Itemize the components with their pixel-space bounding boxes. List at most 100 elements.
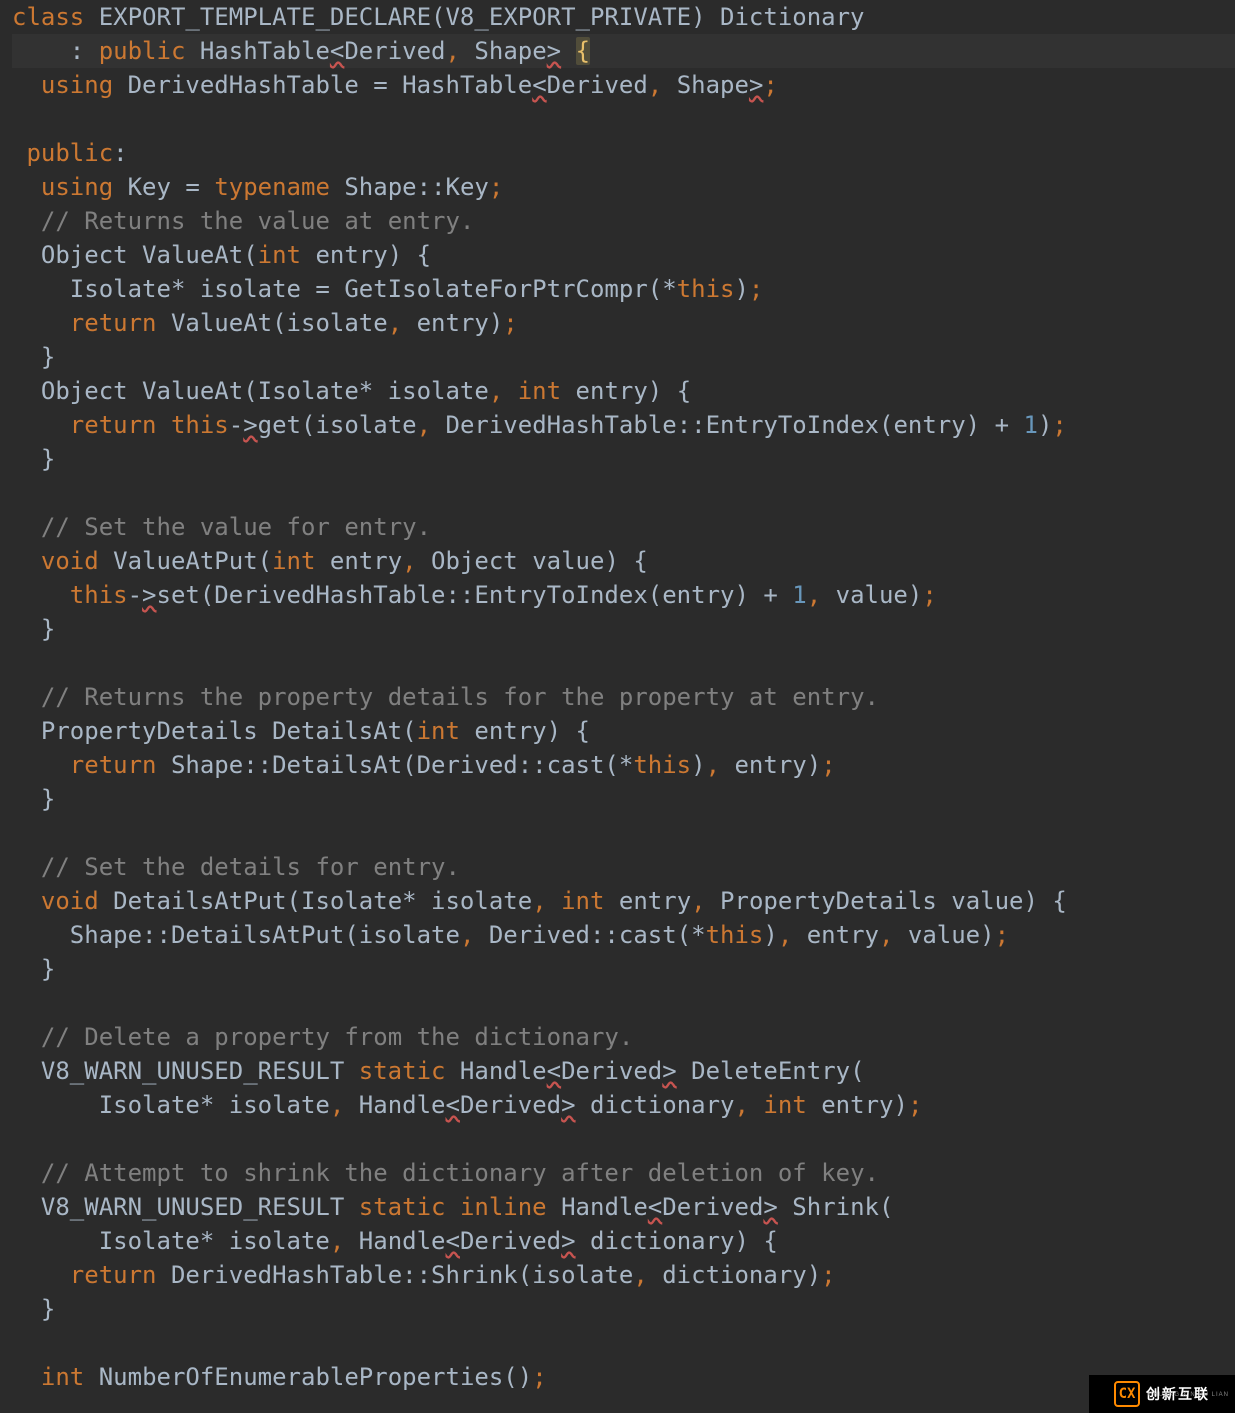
code-line[interactable]: PropertyDetails DetailsAt(int entry) { bbox=[12, 714, 1235, 748]
code-line[interactable]: this->set(DerivedHashTable::EntryToIndex… bbox=[12, 578, 1235, 612]
code-token: dictionary) { bbox=[576, 1227, 778, 1255]
watermark-subtext: CHUANG XIN HU LIAN bbox=[1148, 1378, 1229, 1412]
code-token-num: 1 bbox=[792, 581, 806, 609]
code-line[interactable]: Shape::DetailsAtPut(isolate, Derived::ca… bbox=[12, 918, 1235, 952]
code-token: entry) bbox=[720, 751, 821, 779]
code-line[interactable]: // Set the value for entry. bbox=[12, 510, 1235, 544]
code-line[interactable]: // Returns the property details for the … bbox=[12, 680, 1235, 714]
code-token: : bbox=[113, 139, 127, 167]
code-line[interactable]: using Key = typename Shape::Key; bbox=[12, 170, 1235, 204]
code-line[interactable]: V8_WARN_UNUSED_RESULT static inline Hand… bbox=[12, 1190, 1235, 1224]
code-token: DerivedHashTable::EntryToIndex(entry) + bbox=[431, 411, 1023, 439]
code-line[interactable]: return ValueAt(isolate, entry); bbox=[12, 306, 1235, 340]
code-line[interactable]: void DetailsAtPut(Isolate* isolate, int … bbox=[12, 884, 1235, 918]
code-line[interactable]: return this->get(isolate, DerivedHashTab… bbox=[12, 408, 1235, 442]
code-line[interactable] bbox=[12, 986, 1235, 1020]
code-token-punc-o: , bbox=[778, 921, 792, 949]
code-token-num: 1 bbox=[1023, 411, 1037, 439]
code-token bbox=[12, 1261, 70, 1289]
code-line[interactable]: return Shape::DetailsAt(Derived::cast(*t… bbox=[12, 748, 1235, 782]
code-line[interactable]: void ValueAtPut(int entry, Object value)… bbox=[12, 544, 1235, 578]
code-token-kw: int bbox=[518, 377, 561, 405]
code-token-kw: this bbox=[633, 751, 691, 779]
code-token: entry) bbox=[807, 1091, 908, 1119]
code-token: ) bbox=[734, 275, 748, 303]
code-token-punc-o: ; bbox=[908, 1091, 922, 1119]
code-line[interactable]: Isolate* isolate = GetIsolateForPtrCompr… bbox=[12, 272, 1235, 306]
code-line[interactable]: using DerivedHashTable = HashTable<Deriv… bbox=[12, 68, 1235, 102]
code-token: ValueAt(isolate bbox=[157, 309, 388, 337]
code-token-wavy-red: > bbox=[561, 1227, 575, 1255]
code-line[interactable] bbox=[12, 1122, 1235, 1156]
code-token bbox=[12, 683, 41, 711]
code-line[interactable] bbox=[12, 1326, 1235, 1360]
code-token: Derived bbox=[460, 1227, 561, 1255]
code-line[interactable]: // Set the details for entry. bbox=[12, 850, 1235, 884]
code-token-wavy-red: > bbox=[749, 71, 763, 99]
code-token: entry) { bbox=[460, 717, 590, 745]
code-token-kw: return bbox=[70, 309, 157, 337]
code-token: ) bbox=[763, 921, 777, 949]
code-token: entry bbox=[792, 921, 879, 949]
code-token-cmt: // Delete a property from the dictionary… bbox=[41, 1023, 633, 1051]
code-token-punc-o: ; bbox=[503, 309, 517, 337]
code-token-wavy-red: < bbox=[446, 1227, 460, 1255]
code-line[interactable]: // Returns the value at entry. bbox=[12, 204, 1235, 238]
code-token: dictionary) bbox=[648, 1261, 821, 1289]
code-token-punc-o: ; bbox=[821, 1261, 835, 1289]
code-token bbox=[12, 853, 41, 881]
code-line[interactable] bbox=[12, 102, 1235, 136]
code-token-wavy-red: < bbox=[446, 1091, 460, 1119]
code-line[interactable]: int NumberOfEnumerableProperties(); bbox=[12, 1360, 1235, 1394]
code-token-punc-o: , bbox=[489, 377, 503, 405]
code-token: Isolate* isolate bbox=[12, 1091, 330, 1119]
code-token: Shape bbox=[662, 71, 749, 99]
code-line[interactable]: return DerivedHashTable::Shrink(isolate,… bbox=[12, 1258, 1235, 1292]
code-token-kw: this bbox=[171, 411, 229, 439]
code-token-wavy-red: < bbox=[532, 71, 546, 99]
code-token-wavy-red: < bbox=[330, 37, 344, 65]
code-line[interactable]: } bbox=[12, 442, 1235, 476]
code-line[interactable]: // Delete a property from the dictionary… bbox=[12, 1020, 1235, 1054]
code-line[interactable] bbox=[12, 646, 1235, 680]
code-line[interactable] bbox=[12, 816, 1235, 850]
code-token-punc-o: , bbox=[706, 751, 720, 779]
code-token-punc-o: , bbox=[633, 1261, 647, 1289]
code-token: Isolate* isolate bbox=[12, 1227, 330, 1255]
code-token-wavy-red: > bbox=[243, 411, 257, 439]
code-token: entry) { bbox=[301, 241, 431, 269]
code-line[interactable]: Isolate* isolate, Handle<Derived> dictio… bbox=[12, 1224, 1235, 1258]
code-line[interactable]: } bbox=[12, 612, 1235, 646]
code-token bbox=[749, 1091, 763, 1119]
code-line[interactable]: Object ValueAt(Isolate* isolate, int ent… bbox=[12, 374, 1235, 408]
code-token: set(DerivedHashTable::EntryToIndex(entry… bbox=[157, 581, 793, 609]
code-token: Key = bbox=[113, 173, 214, 201]
code-token bbox=[12, 411, 70, 439]
code-line[interactable]: Object ValueAt(int entry) { bbox=[12, 238, 1235, 272]
code-line[interactable]: Isolate* isolate, Handle<Derived> dictio… bbox=[12, 1088, 1235, 1122]
code-line[interactable]: } bbox=[12, 782, 1235, 816]
code-token: Handle bbox=[344, 1227, 445, 1255]
code-editor[interactable]: class EXPORT_TEMPLATE_DECLARE(V8_EXPORT_… bbox=[0, 0, 1235, 1394]
code-line[interactable]: } bbox=[12, 340, 1235, 374]
code-line[interactable]: // Attempt to shrink the dictionary afte… bbox=[12, 1156, 1235, 1190]
code-line[interactable]: class EXPORT_TEMPLATE_DECLARE(V8_EXPORT_… bbox=[12, 0, 1235, 34]
code-token: - bbox=[128, 581, 142, 609]
code-line[interactable]: public: bbox=[12, 136, 1235, 170]
code-token bbox=[12, 751, 70, 779]
code-token-kw: int bbox=[41, 1363, 84, 1391]
code-token: Shape::DetailsAt(Derived::cast(* bbox=[157, 751, 634, 779]
code-line[interactable] bbox=[12, 476, 1235, 510]
code-token-kw: return bbox=[70, 1261, 157, 1289]
code-token-kw: using bbox=[41, 173, 113, 201]
code-token: Derived bbox=[460, 1091, 561, 1119]
code-token bbox=[547, 887, 561, 915]
code-line[interactable]: } bbox=[12, 952, 1235, 986]
code-line[interactable]: V8_WARN_UNUSED_RESULT static Handle<Deri… bbox=[12, 1054, 1235, 1088]
code-line[interactable]: } bbox=[12, 1292, 1235, 1326]
code-token-kw: return bbox=[70, 751, 157, 779]
code-line[interactable]: : public HashTable<Derived, Shape> { bbox=[12, 34, 1235, 68]
code-token-kw: this bbox=[677, 275, 735, 303]
code-token: : bbox=[12, 37, 99, 65]
code-token: } bbox=[12, 785, 55, 813]
